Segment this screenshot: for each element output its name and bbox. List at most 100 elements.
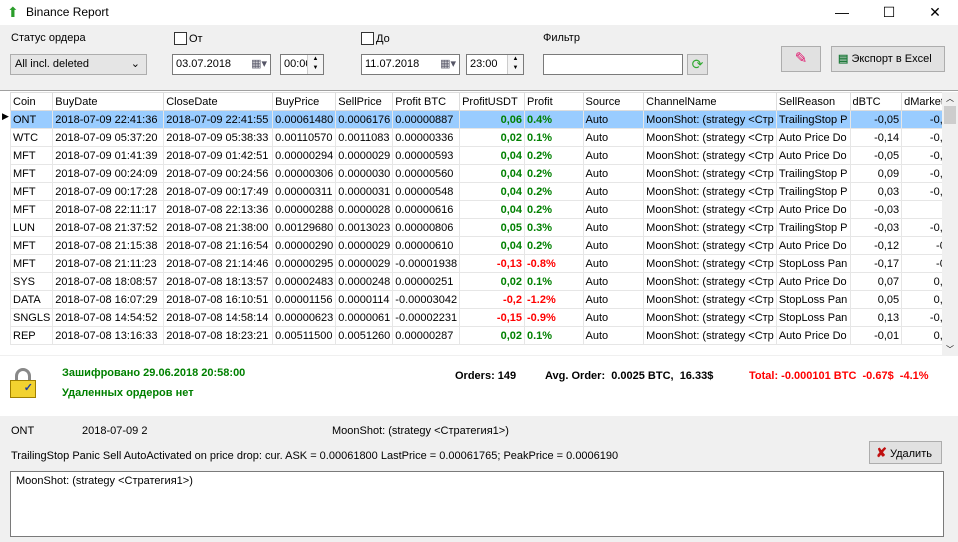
cell-closedate: 2018-07-09 00:17:49 (163, 182, 274, 201)
scroll-down-icon[interactable]: ﹀ (942, 344, 958, 355)
orders-table: Coin BuyDate CloseDate BuyPrice SellPrice Pro… (9, 92, 958, 345)
cell-sellprice: 0.0000248 (335, 272, 394, 291)
export-excel-button[interactable]: ▤ Экспорт в Excel (831, 46, 945, 72)
cell-closedate: 2018-07-08 14:58:14 (163, 308, 274, 327)
column-header-source[interactable]: Source (582, 92, 645, 111)
minimize-button[interactable]: — (819, 0, 865, 25)
column-header-dbtc[interactable]: dBTC (849, 92, 903, 111)
cell-profit-btc: -0.00003042 (392, 290, 461, 309)
cell-sellprice: 0.0000030 (335, 164, 394, 183)
cell-source: Auto (582, 218, 645, 237)
table-row[interactable]: MFT 2018-07-08 21:15:38 2018-07-08 21:16:5… (9, 236, 958, 255)
vertical-scrollbar[interactable]: ︿ ﹀ (942, 92, 958, 355)
spinner-icon[interactable]: ▲ ▼ (507, 55, 523, 74)
table-row[interactable]: WTC 2018-07-09 05:37:20 2018-07-09 05:38:3… (9, 128, 958, 147)
table-row[interactable]: MFT 2018-07-09 00:17:28 2018-07-09 00:17:4… (9, 182, 958, 201)
cell-buyprice: 0.00129680 (272, 218, 337, 237)
scroll-thumb[interactable] (944, 106, 956, 124)
filter-input[interactable] (543, 54, 683, 75)
column-header-sellprice[interactable]: SellPrice (335, 92, 394, 111)
column-header-buydate[interactable]: BuyDate (52, 92, 165, 111)
table-row[interactable]: MFT 2018-07-08 21:11:23 2018-07-08 21:14:4… (9, 254, 958, 273)
cell-source: Auto (582, 110, 645, 129)
eraser-button[interactable]: ✎ (781, 46, 821, 72)
cell-buyprice: 0.00000295 (272, 254, 337, 273)
table-row[interactable]: MFT 2018-07-09 00:24:09 2018-07-09 00:24:5… (9, 164, 958, 183)
cell-dbtc: -0,05 (849, 146, 903, 165)
calendar-icon[interactable]: ▦▾ (440, 55, 456, 74)
table-row[interactable]: DATA 2018-07-08 16:07:29 2018-07-08 16:10:… (9, 290, 958, 309)
total-profit: Total: -0.000101 BTC -0.67$ -4.1% (749, 370, 929, 382)
cell-dbtc: -0,03 (849, 218, 903, 237)
from-checkbox[interactable] (174, 32, 187, 45)
cell-profitusdt: -0,15 (459, 308, 525, 327)
table-row[interactable]: LUN 2018-07-08 21:37:52 2018-07-08 21:38:0… (9, 218, 958, 237)
cell-buydate: 2018-07-08 21:11:23 (52, 254, 165, 273)
from-date-picker[interactable]: 03.07.2018 ▦▾ (172, 54, 271, 75)
to-time-input[interactable]: 23:00 ▲ ▼ (466, 54, 524, 75)
column-header-sellreason[interactable]: SellReason (775, 92, 851, 111)
status-select[interactable]: All incl. deleted ⌄ (10, 54, 147, 75)
delete-button[interactable]: ✘ Удалить (869, 441, 942, 464)
column-header-profit[interactable]: Profit (524, 92, 584, 111)
cell-profit-btc: -0.00002231 (392, 308, 461, 327)
column-header-coin[interactable]: Coin (9, 92, 54, 111)
refresh-button[interactable]: ⟳ (687, 54, 708, 75)
cell-closedate: 2018-07-08 18:13:57 (163, 272, 274, 291)
cell-closedate: 2018-07-08 21:38:00 (163, 218, 274, 237)
cell-source: Auto (582, 272, 645, 291)
cell-buyprice: 0.00001156 (272, 290, 337, 309)
cell-closedate: 2018-07-08 21:14:46 (163, 254, 274, 273)
table-row[interactable]: ONT 2018-07-09 22:41:36 2018-07-09 22:41:5… (9, 110, 958, 129)
cell-source: Auto (582, 200, 645, 219)
close-button[interactable]: ✕ (912, 0, 958, 25)
cell-source: Auto (582, 146, 645, 165)
row-indicator: ▶ (0, 110, 10, 122)
cell-buyprice: 0.00002483 (272, 272, 337, 291)
column-header-buyprice[interactable]: BuyPrice (272, 92, 337, 111)
cell-dbtc: -0,05 (849, 110, 903, 129)
table-row[interactable]: SNGLS 2018-07-08 14:54:52 2018-07-08 14:58… (9, 308, 958, 327)
detail-coin: ONT (11, 425, 35, 437)
from-time-input[interactable]: 00:00 ▲ ▼ (280, 54, 324, 75)
cell-coin: DATA (9, 290, 54, 309)
cell-profit: -1.2% (524, 290, 584, 309)
table-row[interactable]: MFT 2018-07-09 01:41:39 2018-07-09 01:42:5… (9, 146, 958, 165)
cell-sellprice: 0.0000061 (335, 308, 394, 327)
cell-profit: 0.2% (524, 236, 584, 255)
table-row[interactable]: MFT 2018-07-08 22:11:17 2018-07-08 22:13:3… (9, 200, 958, 219)
scroll-up-icon[interactable]: ︿ (942, 92, 958, 106)
cell-buyprice: 0.00000294 (272, 146, 337, 165)
note-textarea[interactable]: MoonShot: (strategy <Стратегия1>) (10, 471, 944, 537)
cell-sellprice: 0.0000031 (335, 182, 394, 201)
cell-profit-btc: 0.00000616 (392, 200, 461, 219)
cell-sellreason: TrailingStop P (775, 218, 851, 237)
cell-closedate: 2018-07-08 21:16:54 (163, 236, 274, 255)
cell-channelname: MoonShot: (strategy <Стр (643, 236, 777, 255)
column-header-closedate[interactable]: CloseDate (163, 92, 274, 111)
cell-profit-btc: 0.00000560 (392, 164, 461, 183)
column-header-profitusdt[interactable]: ProfitUSDT (459, 92, 525, 111)
column-header-profit-btc[interactable]: Profit BTC (392, 92, 461, 111)
maximize-button[interactable]: ☐ (866, 0, 912, 25)
table-row[interactable]: SYS 2018-07-08 18:08:57 2018-07-08 18:13:5… (9, 272, 958, 291)
cell-source: Auto (582, 236, 645, 255)
column-header-channelname[interactable]: ChannelName (643, 92, 777, 111)
cell-closedate: 2018-07-08 18:23:21 (163, 326, 274, 345)
cell-sellprice: 0.0051260 (335, 326, 394, 345)
cell-profit: 0.1% (524, 272, 584, 291)
cell-channelname: MoonShot: (strategy <Стр (643, 164, 777, 183)
cell-source: Auto (582, 164, 645, 183)
to-date-picker[interactable]: 11.07.2018 ▦▾ (361, 54, 460, 75)
calendar-icon[interactable]: ▦▾ (251, 55, 267, 74)
cell-source: Auto (582, 308, 645, 327)
to-checkbox[interactable] (361, 32, 374, 45)
orders-grid[interactable]: ▶ Coin BuyDate CloseDate BuyPrice SellPrice P… (0, 90, 958, 355)
to-time-value: 23:00 (470, 58, 498, 70)
cell-coin: MFT (9, 254, 54, 273)
spinner-icon[interactable]: ▲ ▼ (307, 55, 323, 74)
status-label: Статус ордера (11, 32, 86, 44)
table-row[interactable]: REP 2018-07-08 13:16:33 2018-07-08 18:23:2… (9, 326, 958, 345)
cell-dbtc: -0,14 (849, 128, 903, 147)
cell-profit: 0.2% (524, 146, 584, 165)
